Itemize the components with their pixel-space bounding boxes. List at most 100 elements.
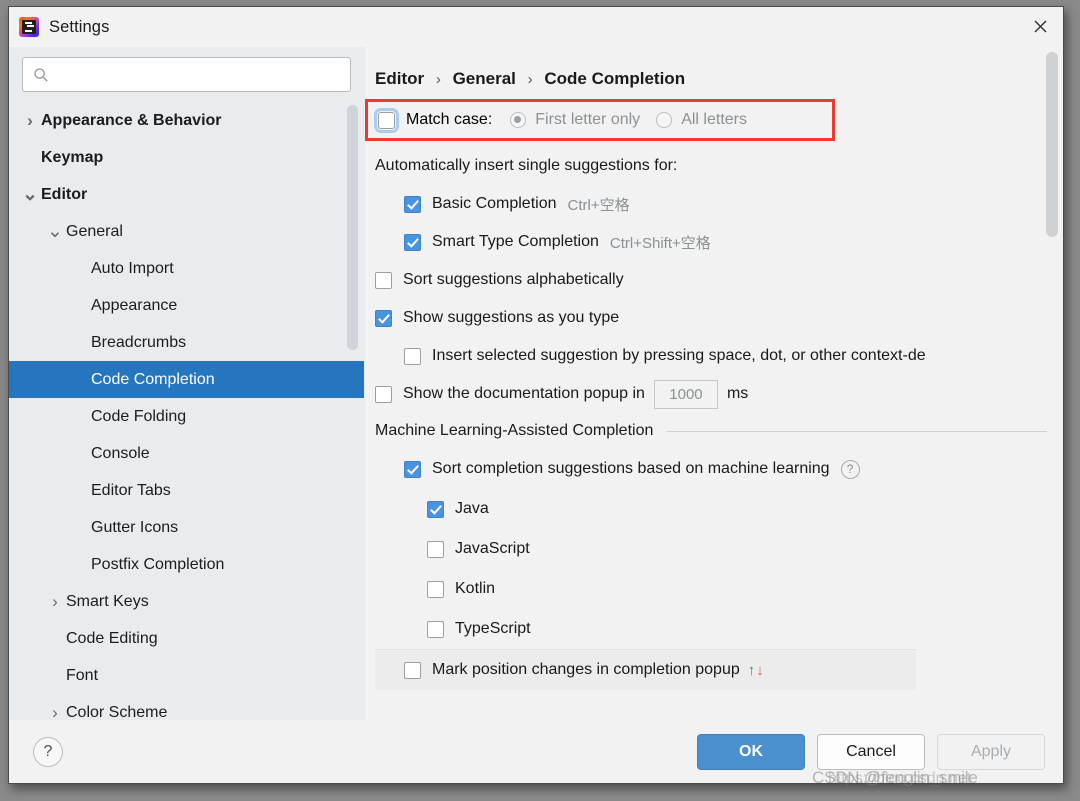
sidebar-item-code-editing[interactable]: ›Code Editing (9, 620, 364, 657)
footer-buttons: OK Cancel Apply (697, 734, 1045, 770)
sidebar-item-label: Appearance & Behavior (41, 111, 222, 129)
close-icon (1034, 20, 1046, 33)
arrow-up-icon: ↑ (747, 661, 756, 679)
sidebar-item-appearance-behavior[interactable]: › Appearance & Behavior (9, 102, 364, 139)
sidebar-item-color-scheme[interactable]: › Color Scheme (9, 694, 364, 721)
chevron-right-icon[interactable]: › (19, 111, 41, 131)
title-bar: Settings (9, 7, 1063, 47)
sidebar-item-general[interactable]: ⌄ General (9, 213, 364, 250)
basic-completion-checkbox[interactable] (404, 195, 421, 213)
ml-language-javascript-checkbox[interactable] (427, 540, 444, 558)
ml-language-java-row[interactable]: Java (375, 489, 1063, 529)
ml-section-header: Machine Learning-Assisted Completion (375, 413, 1063, 449)
sidebar-item-label: Code Folding (91, 407, 187, 425)
chevron-down-icon[interactable]: ⌄ (19, 184, 41, 204)
chevron-right-icon[interactable]: › (44, 703, 66, 721)
all-letters-label: All letters (681, 111, 747, 128)
sidebar-item-label: Color Scheme (66, 703, 168, 721)
ml-language-java-checkbox[interactable] (427, 500, 444, 518)
sidebar-scrollbar[interactable] (347, 105, 358, 350)
search-container (9, 47, 364, 100)
window-title: Settings (49, 17, 110, 36)
breadcrumb-separator: › (527, 71, 533, 88)
breadcrumb-part-editor[interactable]: Editor (375, 69, 424, 88)
show-as-you-type-row[interactable]: Show suggestions as you type (375, 299, 1063, 337)
sort-alphabetically-label: Sort suggestions alphabetically (403, 271, 624, 288)
basic-completion-shortcut: Ctrl+空格 (567, 196, 630, 214)
sort-alphabetically-checkbox[interactable] (375, 271, 392, 289)
match-case-label: Match case: (406, 111, 493, 128)
ok-button[interactable]: OK (697, 734, 805, 770)
sort-by-ml-row[interactable]: Sort completion suggestions based on mac… (375, 449, 1063, 489)
ml-language-typescript-label: TypeScript (455, 620, 531, 637)
smart-type-completion-label: Smart Type Completion (432, 233, 599, 250)
search-input[interactable] (57, 65, 341, 84)
doc-popup-delay-input[interactable]: 1000 (653, 379, 718, 409)
basic-completion-row[interactable]: Basic Completion Ctrl+空格 (375, 185, 1063, 223)
all-letters-radio[interactable] (656, 112, 673, 128)
sidebar-item-appearance[interactable]: ›Appearance (9, 287, 364, 324)
sidebar-item-code-folding[interactable]: ›Code Folding (9, 398, 364, 435)
settings-tree: ›Appearance & Behavior›Keymap⌄Editor⌄Gen… (9, 100, 364, 720)
sidebar-item-editor[interactable]: ⌄ Editor (9, 176, 364, 213)
screen: Settings › Appearance & Behavior Keymap … (0, 0, 1080, 801)
sort-alphabetically-row[interactable]: Sort suggestions alphabetically (375, 261, 1063, 299)
sort-by-ml-checkbox[interactable] (404, 460, 421, 478)
mark-position-changes-row[interactable]: Mark position changes in completion popu… (375, 649, 916, 690)
help-button[interactable]: ? (33, 737, 63, 767)
sidebar-item-code-completion[interactable]: ›Code Completion (9, 361, 364, 398)
breadcrumb-part-general[interactable]: General (453, 69, 516, 88)
sidebar-item-smart-keys[interactable]: › Smart Keys (9, 583, 364, 620)
ml-language-javascript-label: JavaScript (455, 540, 530, 557)
sidebar-item-label: General (66, 222, 123, 240)
apply-button: Apply (937, 734, 1045, 770)
help-circle-icon[interactable]: ? (840, 459, 860, 479)
sidebar-item-postfix-completion[interactable]: ›Postfix Completion (9, 546, 364, 583)
options-panel: Match case: First letter only All letter… (365, 99, 1063, 690)
close-button[interactable] (1017, 7, 1063, 46)
doc-popup-checkbox[interactable] (375, 385, 392, 403)
sidebar-item-label: Font (66, 666, 99, 684)
insert-on-space-row[interactable]: Insert selected suggestion by pressing s… (375, 337, 1063, 375)
doc-popup-unit-label: ms (726, 385, 749, 402)
settings-sidebar: ›Appearance & Behavior›Keymap⌄Editor⌄Gen… (9, 47, 365, 720)
sidebar-item-label: Smart Keys (66, 592, 149, 610)
sidebar-item-editor-tabs[interactable]: ›Editor Tabs (9, 472, 364, 509)
sidebar-item-breadcrumbs[interactable]: ›Breadcrumbs (9, 324, 364, 361)
content-scrollbar[interactable] (1046, 52, 1058, 237)
show-as-you-type-label: Show suggestions as you type (403, 309, 620, 326)
dialog-footer: ? OK Cancel Apply (9, 720, 1063, 783)
match-case-checkbox[interactable] (374, 107, 399, 133)
sidebar-item-label: Code Editing (66, 629, 158, 647)
sidebar-item-font[interactable]: ›Font (9, 657, 364, 694)
sidebar-item-label: Auto Import (91, 259, 174, 277)
first-letter-only-radio[interactable] (510, 112, 527, 128)
ml-language-typescript-checkbox[interactable] (427, 620, 444, 638)
sidebar-item-label: Editor (41, 185, 88, 203)
settings-dialog: Settings › Appearance & Behavior Keymap … (8, 6, 1064, 784)
ml-language-kotlin-checkbox[interactable] (427, 580, 444, 598)
ml-language-kotlin-label: Kotlin (455, 580, 496, 597)
insert-on-space-checkbox[interactable] (404, 347, 421, 365)
sidebar-item-gutter-icons[interactable]: ›Gutter Icons (9, 509, 364, 546)
sidebar-item-console[interactable]: ›Console (9, 435, 364, 472)
show-as-you-type-checkbox[interactable] (375, 309, 392, 327)
breadcrumb-part-code-completion: Code Completion (544, 69, 686, 88)
ml-language-javascript-row[interactable]: JavaScript (375, 529, 1063, 569)
sidebar-item-label: Editor Tabs (91, 481, 171, 499)
sidebar-item-keymap[interactable]: ›Keymap (9, 139, 364, 176)
ml-language-kotlin-row[interactable]: Kotlin (375, 569, 1063, 609)
mark-position-changes-checkbox[interactable] (404, 661, 421, 679)
chevron-down-icon[interactable]: ⌄ (44, 221, 66, 241)
cancel-button[interactable]: Cancel (817, 734, 925, 770)
chevron-right-icon[interactable]: › (44, 592, 66, 612)
mark-position-changes-label: Mark position changes in completion popu… (432, 661, 740, 678)
sidebar-item-auto-import[interactable]: ›Auto Import (9, 250, 364, 287)
smart-type-completion-row[interactable]: Smart Type Completion Ctrl+Shift+空格 (375, 223, 1063, 261)
sort-by-ml-label: Sort completion suggestions based on mac… (432, 460, 830, 477)
doc-popup-label: Show the documentation popup in (403, 385, 645, 402)
doc-popup-row[interactable]: Show the documentation popup in 1000 ms (375, 375, 1063, 413)
smart-type-completion-checkbox[interactable] (404, 233, 421, 251)
search-box[interactable] (22, 57, 351, 92)
ml-language-typescript-row[interactable]: TypeScript (375, 609, 1063, 649)
